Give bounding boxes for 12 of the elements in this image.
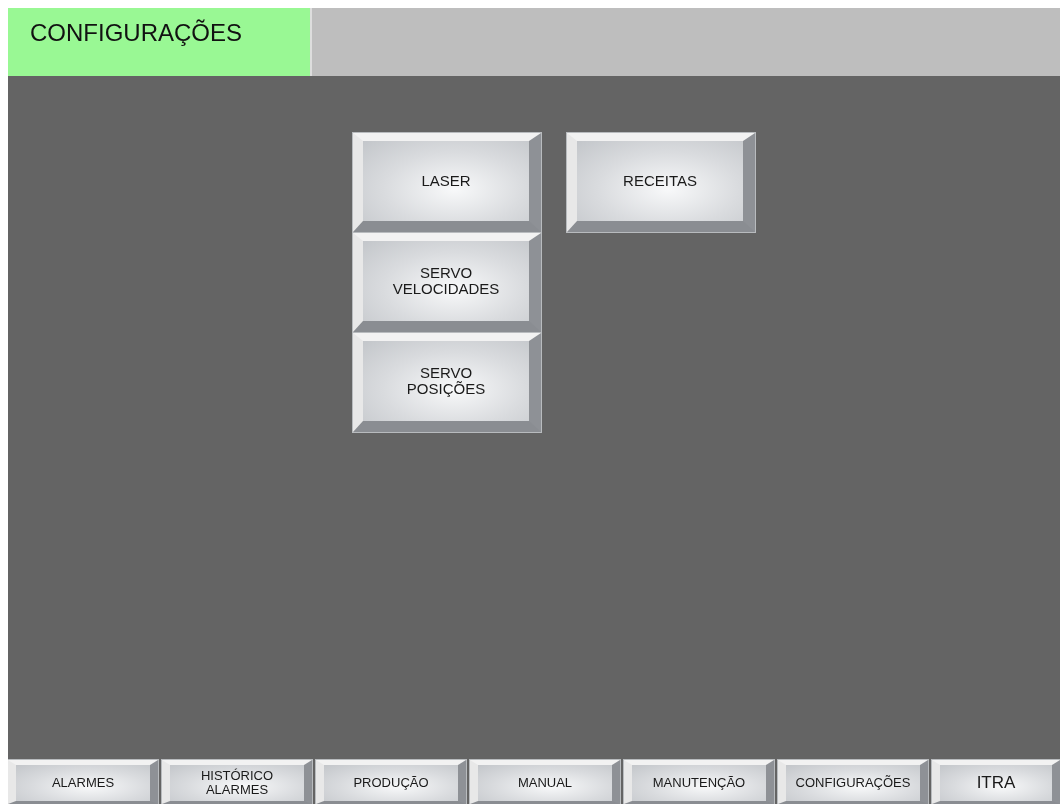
- nav-button[interactable]: PRODUÇÃO: [316, 760, 466, 804]
- nav-button[interactable]: ALARMES: [8, 760, 158, 804]
- nav-button[interactable]: HISTÓRICO ALARMES: [162, 760, 312, 804]
- menu-button[interactable]: RECEITAS: [567, 133, 755, 232]
- screen-title: CONFIGURAÇÕES: [8, 8, 312, 76]
- nav-button[interactable]: CONFIGURAÇÕES: [778, 760, 928, 804]
- nav-button[interactable]: MANUTENÇÃO: [624, 760, 774, 804]
- menu-button[interactable]: SERVO VELOCIDADES: [353, 233, 541, 332]
- menu-button[interactable]: LASER: [353, 133, 541, 232]
- nav-button[interactable]: MANUAL: [470, 760, 620, 804]
- brand-button[interactable]: ITRA: [932, 760, 1060, 804]
- menu-button[interactable]: SERVO POSIÇÕES: [353, 333, 541, 432]
